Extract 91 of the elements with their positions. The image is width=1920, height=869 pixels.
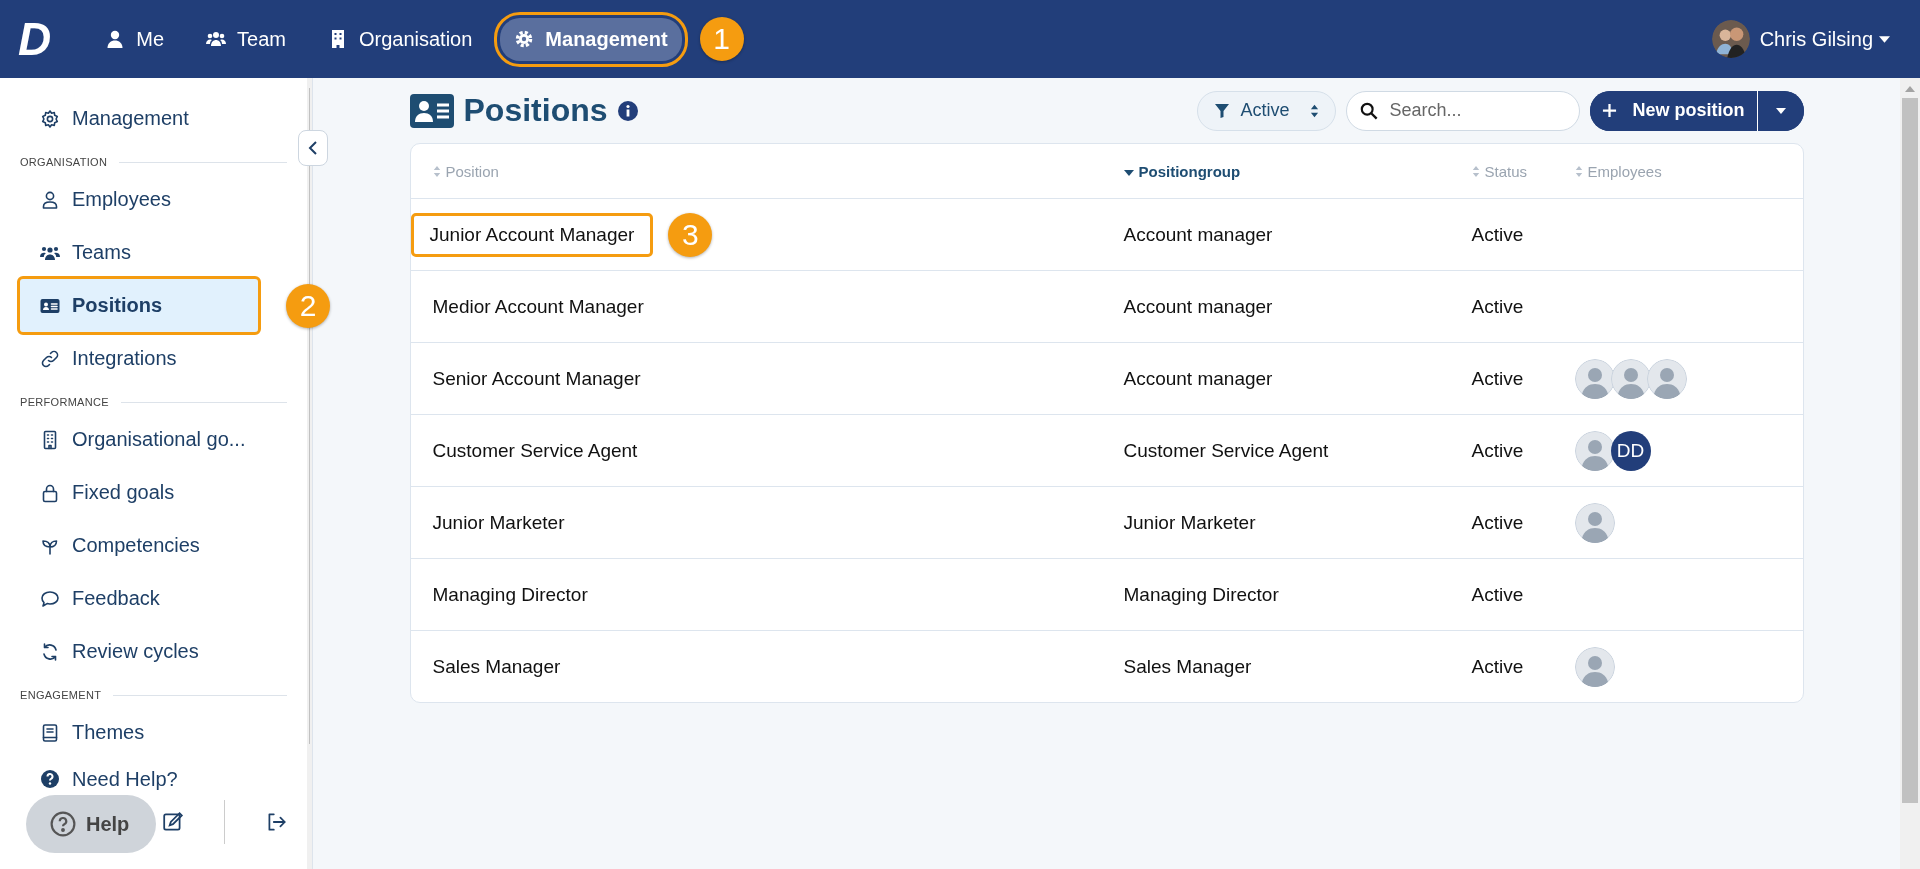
step-badge: 2 xyxy=(286,283,330,328)
table-cell: Active xyxy=(1471,511,1524,534)
avatar-icon xyxy=(1610,358,1651,399)
caret-icon xyxy=(1879,35,1890,43)
help-button[interactable]: Help xyxy=(26,795,156,853)
position-name: Medior Account Manager xyxy=(432,295,644,318)
sidebar-item[interactable]: Employees xyxy=(20,173,258,226)
caret-icon xyxy=(1775,107,1786,114)
chevron-left-icon xyxy=(308,140,318,156)
column-header[interactable]: Positiongroup xyxy=(1123,162,1472,180)
chat-icon xyxy=(40,588,60,609)
avatar-icon xyxy=(1574,646,1615,687)
status-filter[interactable]: Active xyxy=(1197,90,1336,131)
sort-icon xyxy=(432,164,441,178)
info-icon[interactable] xyxy=(617,100,638,121)
table-cell: Active xyxy=(1471,583,1524,606)
nav-tab[interactable]: Organisation xyxy=(313,17,487,61)
nav-tab[interactable]: Team xyxy=(192,17,300,61)
lock-icon xyxy=(40,482,60,503)
table-cell: Account manager xyxy=(1123,367,1273,390)
table-row[interactable]: Medior Account Manager Account manager Active xyxy=(410,270,1803,342)
search-icon xyxy=(1359,101,1378,120)
step-badge: 3 xyxy=(668,212,713,257)
id-card-icon xyxy=(409,93,454,128)
position-name: Junior Marketer xyxy=(432,511,565,534)
table-cell: Managing Director xyxy=(1123,583,1279,606)
sidebar-item[interactable]: Integrations xyxy=(20,332,258,385)
section-heading: PERFORMANCE xyxy=(20,396,109,408)
position-name: Customer Service Agent xyxy=(432,439,638,462)
position-name: Managing Director xyxy=(432,583,588,606)
table-cell: Active xyxy=(1471,655,1524,678)
sort-icon xyxy=(1309,102,1319,119)
filter-icon xyxy=(1214,102,1231,119)
avatar-icon xyxy=(1574,358,1615,399)
sidebar-item[interactable]: Themes xyxy=(20,706,258,759)
avatar-icon xyxy=(1711,20,1750,58)
table-cell: Account manager xyxy=(1123,295,1273,318)
position-name: Sales Manager xyxy=(432,655,561,678)
sidebar-item[interactable]: Feedback xyxy=(20,572,258,625)
table-cell: Active xyxy=(1471,439,1524,462)
collapse-button[interactable] xyxy=(298,130,328,166)
table-row[interactable]: Sales Manager Sales Manager Active xyxy=(410,630,1803,702)
table-row[interactable]: Junior Marketer Junior Marketer Active xyxy=(410,486,1803,558)
table-row[interactable]: Senior Account Manager Account manager Active xyxy=(410,342,1803,414)
question-icon xyxy=(50,811,76,837)
gear-icon xyxy=(40,108,60,129)
sidebar-item[interactable]: Competencies xyxy=(20,519,258,572)
avatar-icon xyxy=(1574,502,1615,543)
step-badge: 1 xyxy=(699,17,744,61)
page-title: Positions xyxy=(463,92,608,129)
user-menu[interactable]: Chris Gilsing xyxy=(1711,20,1890,58)
table-row[interactable]: Managing Director Managing Director Active xyxy=(410,558,1803,630)
logo[interactable]: D xyxy=(18,12,50,66)
nav-tab[interactable]: Me xyxy=(91,17,179,61)
table-cell: Sales Manager xyxy=(1123,655,1252,678)
help-link[interactable]: Need Help? xyxy=(40,764,178,794)
table-row[interactable]: Customer Service Agent Customer Service Agent Active DD xyxy=(410,414,1803,486)
sidebar-item[interactable]: Fixed goals xyxy=(20,466,258,519)
search-field[interactable]: Search... xyxy=(1345,90,1580,131)
people-icon xyxy=(206,29,227,49)
table-cell: Account manager xyxy=(1123,223,1273,246)
edit-icon[interactable] xyxy=(162,811,184,833)
avatar-icon xyxy=(1646,358,1687,399)
sort-icon xyxy=(1574,164,1583,178)
table-cell: Active xyxy=(1471,223,1524,246)
sort-icon xyxy=(1471,164,1480,178)
plus-icon xyxy=(1601,103,1617,118)
position-name: Junior Account Manager xyxy=(413,215,651,254)
table-cell: Customer Service Agent xyxy=(1123,439,1329,462)
sidebar-item[interactable]: Positions xyxy=(20,279,258,332)
sidebar-item[interactable]: Management xyxy=(20,92,258,145)
sort-descending-icon xyxy=(1123,169,1134,176)
link-icon xyxy=(40,348,60,369)
section-heading: ORGANISATION xyxy=(20,156,108,168)
table-cell: Junior Marketer xyxy=(1123,511,1256,534)
person-icon xyxy=(40,189,60,210)
refresh-icon xyxy=(40,641,60,662)
sidebar-item[interactable]: Organisational go... xyxy=(20,413,258,466)
sidebar-item[interactable]: Teams xyxy=(20,226,258,279)
question-icon xyxy=(40,769,60,789)
position-name: Senior Account Manager xyxy=(432,367,641,390)
new-position-button[interactable]: New position xyxy=(1589,90,1758,131)
avatar-icon xyxy=(1574,430,1615,471)
avatar-initials: DD xyxy=(1610,430,1651,471)
gear-icon xyxy=(514,29,535,49)
book-icon xyxy=(40,722,60,743)
table-row[interactable]: Junior Account Manager 3 Account manager Active xyxy=(410,198,1803,270)
table-cell: Active xyxy=(1471,295,1524,318)
sidebar-item[interactable]: Review cycles xyxy=(20,625,258,678)
section-heading: ENGAGEMENT xyxy=(20,689,102,701)
table-cell: Active xyxy=(1471,367,1524,390)
